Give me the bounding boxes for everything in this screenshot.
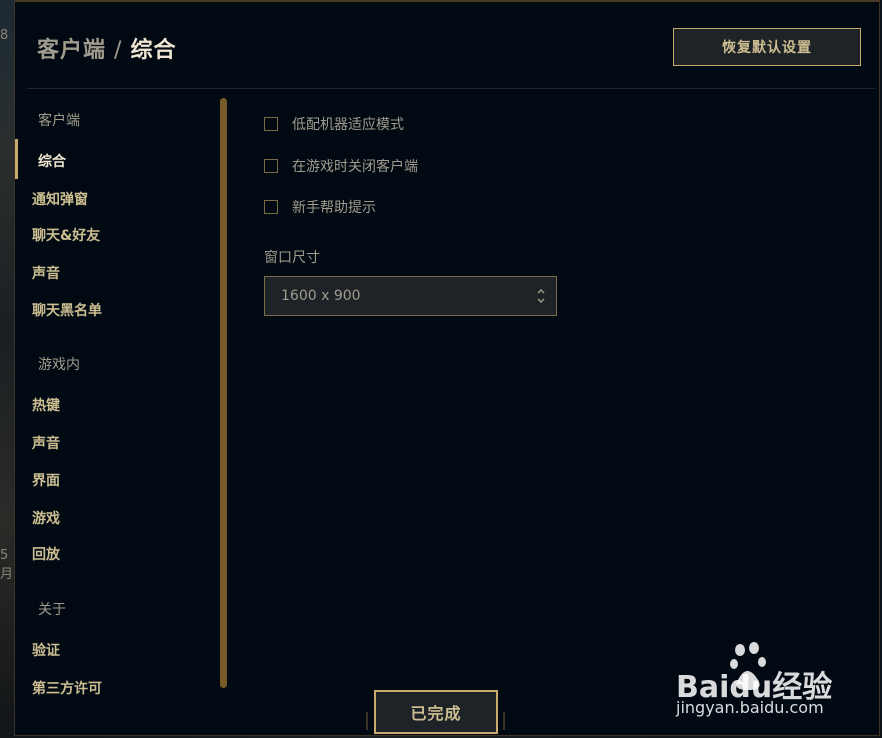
sidebar-item-ingame-sound[interactable]: 声音 (32, 433, 60, 453)
sidebar-item-chat-friends[interactable]: 聊天&好友 (32, 225, 100, 245)
sidebar-item-interface[interactable]: 界面 (32, 470, 60, 490)
checkbox[interactable] (264, 117, 278, 131)
sidebar-item-client-sound[interactable]: 声音 (32, 263, 60, 283)
breadcrumb-current: 综合 (130, 38, 177, 63)
breadcrumb-separator: / (114, 38, 123, 63)
breadcrumb-parent[interactable]: 客户端 (37, 38, 106, 63)
sidebar-item-general[interactable]: 综合 (38, 151, 66, 171)
watermark-url: jingyan.baidu.com (676, 698, 824, 717)
sidebar-item-third-party-licenses[interactable]: 第三方许可 (32, 678, 102, 698)
done-button[interactable]: 已完成 (374, 690, 498, 734)
option-close-client-in-game[interactable]: 在游戏时关闭客户端 (264, 156, 418, 176)
sidebar-item-replays[interactable]: 回放 (32, 544, 60, 564)
sidebar-section-ingame: 游戏内 (38, 357, 80, 373)
active-indicator (15, 139, 18, 179)
checkbox[interactable] (264, 159, 278, 173)
up-down-chevron-icon (537, 288, 545, 304)
frame-ornament (503, 712, 505, 730)
sidebar-item-game[interactable]: 游戏 (32, 508, 60, 528)
window-size-label: 窗口尺寸 (264, 250, 320, 266)
restore-defaults-button[interactable]: 恢复默认设置 (673, 28, 861, 66)
frame-ornament (366, 712, 368, 730)
baidu-watermark: Baidu经验 jingyan.baidu.com (676, 640, 836, 724)
sidebar-scrollbar[interactable] (220, 98, 227, 688)
page-title: 客户端 / 综合 (37, 32, 176, 64)
header-divider (27, 88, 875, 89)
background-text-fragment: 8 (0, 28, 9, 43)
option-label: 新手帮助提示 (292, 200, 376, 216)
option-label: 低配机器适应模式 (292, 117, 404, 133)
sidebar-item-verification[interactable]: 验证 (32, 640, 60, 660)
settings-dialog: 客户端 / 综合 恢复默认设置 客户端 综合 通知弹窗 聊天&好友 声音 聊天黑名单… (14, 0, 880, 736)
sidebar-item-hotkeys[interactable]: 热键 (32, 395, 60, 415)
settings-sidebar: 客户端 综合 通知弹窗 聊天&好友 声音 聊天黑名单 游戏内 热键 声音 界面 … (15, 92, 235, 702)
checkbox[interactable] (264, 200, 278, 214)
window-size-value: 1600 x 900 (281, 288, 361, 304)
sidebar-section-about: 关于 (38, 602, 66, 618)
sidebar-item-notifications[interactable]: 通知弹窗 (32, 189, 88, 209)
option-newbie-tips[interactable]: 新手帮助提示 (264, 197, 376, 217)
window-size-select[interactable]: 1600 x 900 (264, 276, 557, 316)
option-low-spec-mode[interactable]: 低配机器适应模式 (264, 114, 404, 134)
sidebar-section-client: 客户端 (38, 113, 80, 129)
sidebar-item-chat-blocklist[interactable]: 聊天黑名单 (32, 300, 102, 320)
option-label: 在游戏时关闭客户端 (292, 159, 418, 175)
